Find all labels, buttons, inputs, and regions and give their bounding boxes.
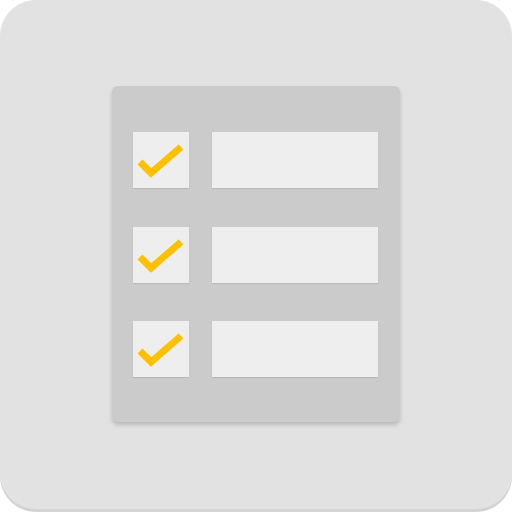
- checkbox-3: [133, 321, 189, 377]
- checkmark-icon: [137, 333, 184, 367]
- checkbox-2: [133, 227, 189, 283]
- checklist-item-text-bar-2: [212, 227, 378, 283]
- checklist-item-1: [112, 132, 400, 190]
- checkmark-icon: [137, 239, 184, 273]
- checkmark-icon: [137, 144, 184, 178]
- checklist-item-2: [112, 227, 400, 285]
- checklist-item-text-bar-1: [212, 132, 378, 188]
- checklist-item-3: [112, 321, 400, 379]
- checklist-item-text-bar-3: [212, 321, 378, 377]
- checkbox-1: [133, 132, 189, 188]
- checklist-card: [112, 86, 400, 422]
- checklist-app-icon: [0, 0, 512, 512]
